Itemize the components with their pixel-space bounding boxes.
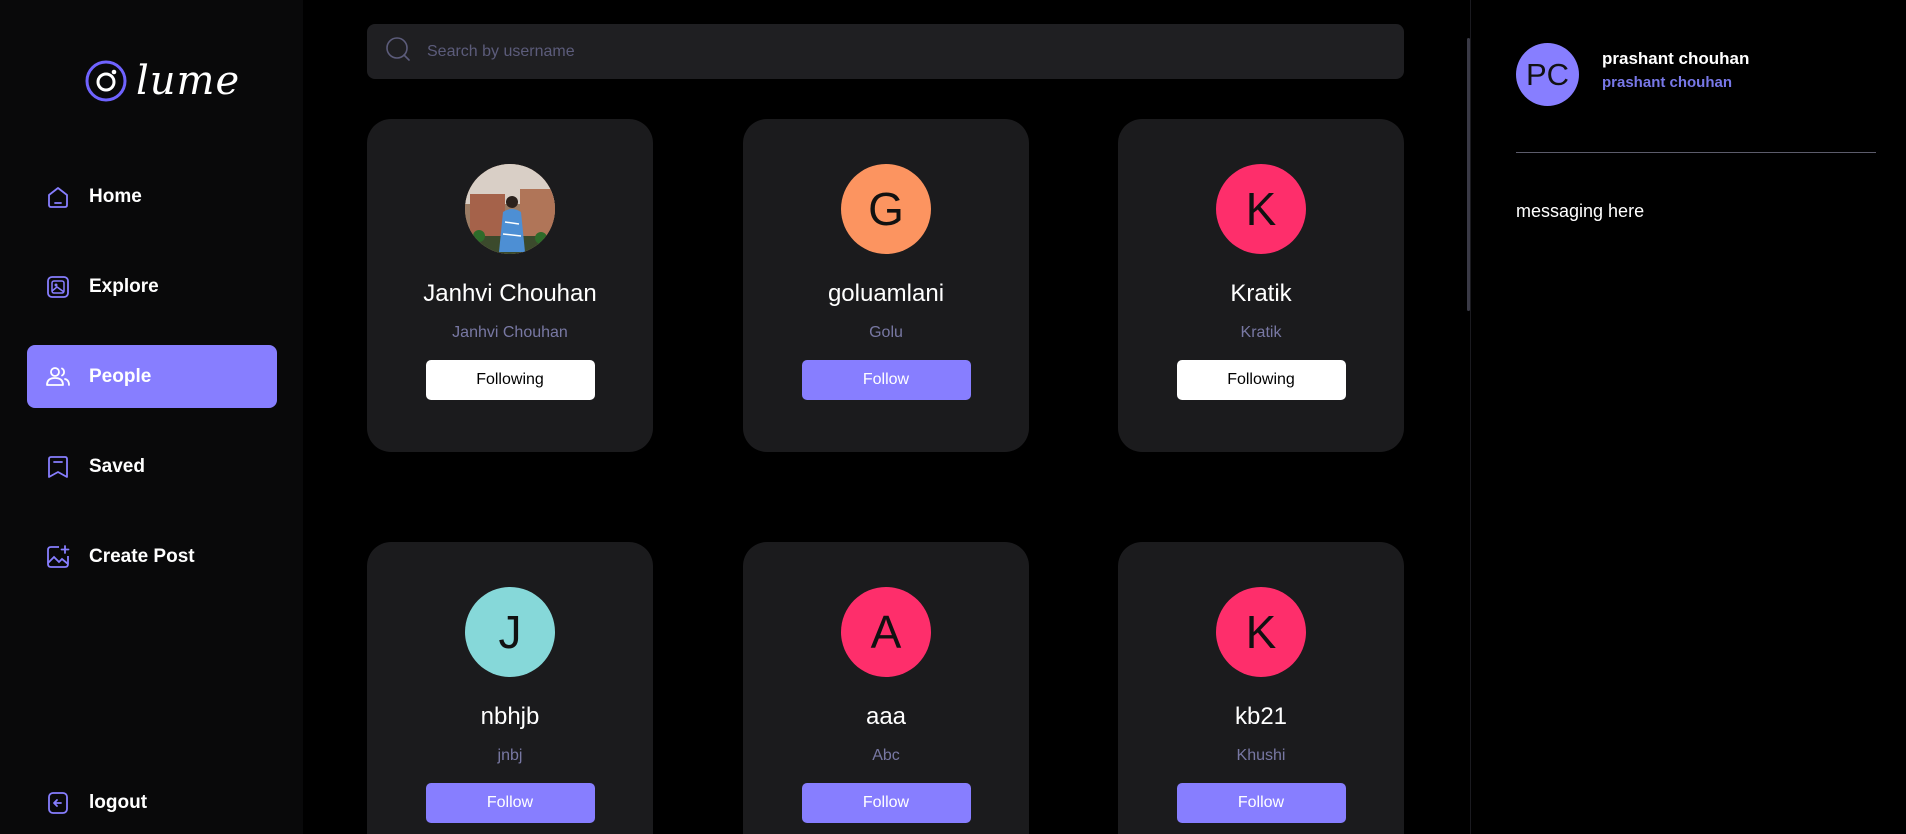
user-display-name: Kratik: [1230, 280, 1292, 307]
sidebar-item-label: Explore: [89, 275, 159, 297]
logout-icon: [45, 790, 71, 816]
sidebar-item-people[interactable]: People: [27, 345, 277, 408]
app-logo[interactable]: lume: [84, 58, 240, 104]
user-card[interactable]: K Kratik Kratik Following: [1118, 119, 1404, 452]
user-username: Kratik: [1240, 324, 1282, 341]
user-display-name: nbhjb: [480, 703, 540, 730]
user-username: Abc: [872, 747, 900, 764]
create-post-icon: [45, 544, 71, 570]
follow-button[interactable]: Follow: [801, 360, 971, 400]
logo-icon: [85, 60, 127, 102]
logout-label: logout: [89, 791, 148, 813]
avatar: J: [465, 587, 555, 677]
people-icon: [45, 364, 71, 390]
profile-username: prashant chouhan: [1602, 74, 1733, 91]
follow-button[interactable]: Follow: [1176, 783, 1346, 823]
user-display-name: Janhvi Chouhan: [423, 280, 597, 307]
avatar: A: [841, 587, 931, 677]
main-content: Janhvi Chouhan Janhvi Chouhan Following …: [303, 0, 1467, 834]
avatar: PC: [1516, 43, 1579, 106]
user-card[interactable]: Janhvi Chouhan Janhvi Chouhan Following: [367, 119, 653, 452]
user-username: Khushi: [1236, 747, 1286, 764]
logout-button[interactable]: logout: [27, 771, 277, 834]
follow-button[interactable]: Follow: [425, 783, 595, 823]
user-username: Golu: [869, 324, 903, 341]
avatar: [465, 164, 555, 254]
following-button[interactable]: Following: [425, 360, 595, 400]
avatar: G: [841, 164, 931, 254]
profile-name: prashant chouhan: [1602, 49, 1750, 68]
divider: [1516, 152, 1876, 153]
avatar: K: [1216, 164, 1306, 254]
sidebar-item-home[interactable]: Home: [27, 165, 277, 228]
user-username: Janhvi Chouhan: [452, 324, 568, 341]
sidebar-item-label: Home: [89, 185, 142, 207]
user-card[interactable]: G goluamlani Golu Follow: [743, 119, 1029, 452]
home-icon: [45, 184, 71, 210]
sidebar-item-create-post[interactable]: Create Post: [27, 525, 277, 588]
user-display-name: aaa: [865, 703, 907, 730]
right-sidebar: PC prashant chouhan prashant chouhan mes…: [1470, 0, 1906, 834]
search-bar[interactable]: [367, 24, 1404, 79]
user-username: jnbj: [497, 747, 523, 764]
sidebar-item-label: Create Post: [89, 545, 195, 567]
sidebar-item-label: People: [89, 365, 152, 387]
app-name: lume: [136, 58, 241, 104]
messaging-placeholder: messaging here: [1516, 201, 1645, 221]
user-display-name: goluamlani: [827, 280, 945, 307]
sidebar-item-explore[interactable]: Explore: [27, 255, 277, 318]
user-display-name: kb21: [1234, 703, 1288, 730]
sidebar-item-saved[interactable]: Saved: [27, 435, 277, 498]
follow-button[interactable]: Follow: [801, 783, 971, 823]
sidebar-item-label: Saved: [89, 455, 145, 477]
current-user-profile[interactable]: PC prashant chouhan prashant chouhan: [1516, 43, 1749, 106]
sidebar: lume Home Explore People Saved Create Po…: [0, 0, 303, 834]
following-button[interactable]: Following: [1176, 360, 1346, 400]
user-card[interactable]: K kb21 Khushi Follow: [1118, 542, 1404, 834]
user-card[interactable]: A aaa Abc Follow: [743, 542, 1029, 834]
avatar: K: [1216, 587, 1306, 677]
user-card[interactable]: J nbhjb jnbj Follow: [367, 542, 653, 834]
explore-icon: [45, 274, 71, 300]
bookmark-icon: [45, 454, 71, 480]
search-input[interactable]: [427, 42, 1327, 61]
search-icon: [385, 36, 411, 67]
profile-photo: [465, 164, 555, 254]
